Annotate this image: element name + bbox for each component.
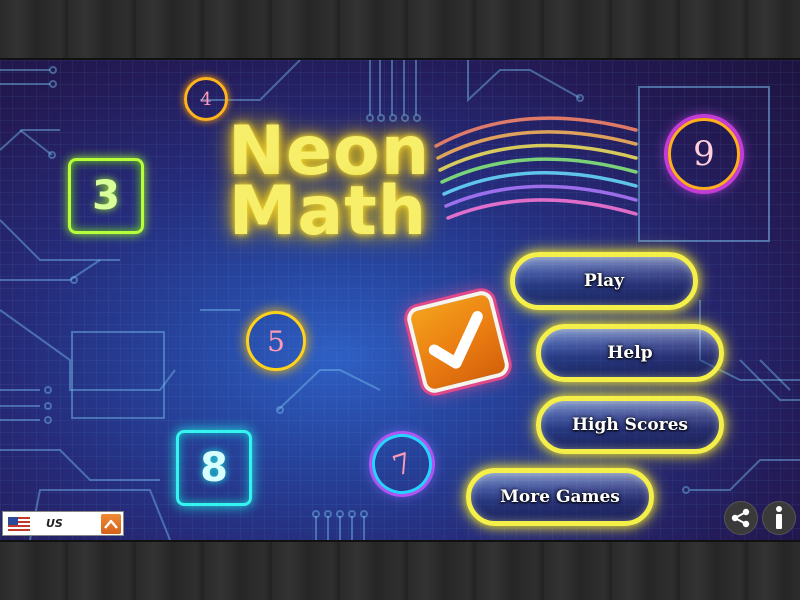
high-scores-button[interactable]: High Scores [536, 396, 724, 454]
rainbow-lines-decoration [434, 116, 638, 220]
neon-number-9: 9 [668, 118, 740, 190]
more-games-button-label: More Games [500, 487, 620, 507]
chevron-up-icon[interactable] [101, 513, 121, 534]
language-selector[interactable]: US [2, 511, 124, 536]
high-scores-button-label: High Scores [572, 415, 688, 435]
share-button[interactable] [724, 501, 758, 535]
title-line-2: Math [228, 172, 428, 251]
share-icon [731, 508, 750, 528]
more-games-button[interactable]: More Games [466, 468, 654, 526]
game-stage: Neon Math 3 8 4 5 9 7 Play Help High Sco… [0, 60, 800, 540]
top-wood-border [0, 0, 800, 60]
neon-number-8: 8 [176, 430, 252, 506]
bottom-wood-border [0, 540, 800, 600]
neon-number-4: 4 [184, 77, 228, 121]
help-button-label: Help [607, 343, 653, 363]
language-label: US [46, 517, 63, 530]
neon-number-3: 3 [68, 158, 144, 234]
help-button[interactable]: Help [536, 324, 724, 382]
us-flag-icon [8, 516, 30, 531]
play-button-label: Play [583, 271, 625, 291]
neon-number-5: 5 [246, 311, 306, 371]
checkmark-icon [428, 311, 483, 369]
info-button[interactable] [762, 501, 796, 535]
game-title: Neon Math [228, 118, 429, 251]
info-icon [776, 506, 782, 529]
play-button[interactable]: Play [510, 252, 698, 310]
